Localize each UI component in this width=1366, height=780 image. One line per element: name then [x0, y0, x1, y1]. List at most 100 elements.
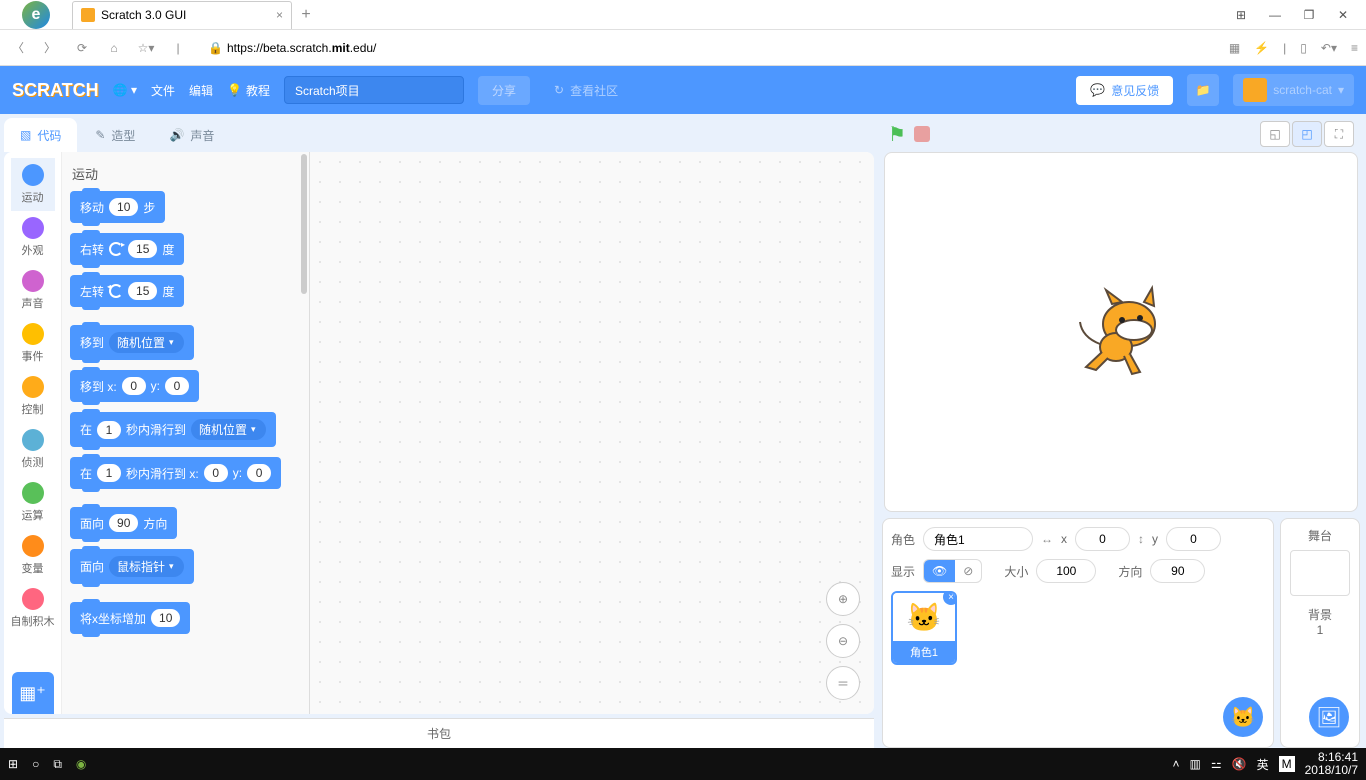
stage[interactable] [884, 152, 1358, 512]
flash-icon[interactable]: ⚡ [1254, 41, 1269, 55]
sprite-tile[interactable]: × 🐱 角色1 [891, 591, 957, 665]
block-goto-xy[interactable]: 移到 x:0y:0 [70, 370, 199, 402]
taskview-button[interactable]: ⧉ [53, 757, 62, 772]
category-事件[interactable]: 事件 [11, 317, 55, 370]
language-button[interactable]: 🌐 ▾ [113, 83, 137, 97]
block-goto[interactable]: 移到随机位置 [70, 325, 194, 360]
minimize-button[interactable]: — [1260, 4, 1290, 26]
new-tab-button[interactable]: + [292, 1, 320, 29]
browser-logo-icon[interactable]: e [22, 1, 50, 29]
stop-button[interactable] [914, 126, 930, 142]
undo-icon[interactable]: ↶▾ [1321, 41, 1337, 55]
close-button[interactable]: ✕ [1328, 4, 1358, 26]
maximize-button[interactable]: ❐ [1294, 4, 1324, 26]
reader-icon[interactable]: ▯ [1300, 41, 1307, 55]
tab-costumes[interactable]: ✎造型 [79, 118, 151, 152]
category-变量[interactable]: 变量 [11, 529, 55, 582]
category-自制积木[interactable]: 自制积木 [11, 582, 55, 635]
stage-selector[interactable]: 舞台 背景 1 🖼 [1280, 518, 1360, 748]
add-backdrop-button[interactable]: 🖼 [1309, 697, 1349, 737]
category-运动[interactable]: 运动 [11, 158, 55, 211]
block-turn-left[interactable]: 左转15度 [70, 275, 184, 307]
tray-expand-icon[interactable]: ˄ [1173, 757, 1180, 771]
point-dropdown[interactable]: 鼠标指针 [109, 556, 184, 577]
block-glide-xy[interactable]: 在1秒内滑行到 x:0y:0 [70, 457, 281, 489]
sprite-cat[interactable] [1074, 282, 1169, 382]
fullscreen-button[interactable]: ⛶ [1324, 121, 1354, 147]
delete-sprite-icon[interactable]: × [943, 591, 957, 605]
zoom-out-button[interactable]: ⊖ [826, 624, 860, 658]
palette-scrollbar[interactable] [301, 154, 307, 294]
category-侦测[interactable]: 侦测 [11, 423, 55, 476]
feedback-button[interactable]: 💬 意见反馈 [1076, 76, 1173, 105]
script-workspace[interactable]: ⊕ ⊖ ＝ [310, 152, 874, 714]
category-color-icon [22, 482, 44, 504]
file-menu[interactable]: 文件 [151, 82, 175, 99]
y-input[interactable] [1166, 527, 1221, 551]
project-title-input[interactable] [284, 76, 464, 104]
stage-large-button[interactable]: ◰ [1292, 121, 1322, 147]
tab-close-icon[interactable]: × [276, 8, 283, 22]
stage-small-button[interactable]: ◱ [1260, 121, 1290, 147]
size-input[interactable] [1036, 559, 1096, 583]
ime-indicator[interactable]: 英 [1257, 756, 1269, 773]
tab-sounds[interactable]: 🔊声音 [153, 118, 230, 152]
category-控制[interactable]: 控制 [11, 370, 55, 423]
start-button[interactable]: ⊞ [8, 757, 18, 771]
cortana-button[interactable]: ○ [32, 757, 39, 771]
taskbar-app-browser[interactable]: ◉ [76, 757, 86, 771]
goto-dropdown[interactable]: 随机位置 [109, 332, 184, 353]
tab-code[interactable]: ▧代码 [4, 118, 77, 152]
browser-logo-area: e [0, 1, 72, 29]
category-color-icon [22, 217, 44, 239]
block-glide-to[interactable]: 在1秒内滑行到随机位置 [70, 412, 276, 447]
zoom-in-button[interactable]: ⊕ [826, 582, 860, 616]
add-extension-button[interactable]: ▦⁺ [12, 672, 54, 714]
stage-thumbnail[interactable] [1290, 550, 1350, 596]
block-point-towards[interactable]: 面向鼠标指针 [70, 549, 194, 584]
ime-m-indicator[interactable]: M [1279, 756, 1295, 772]
zoom-reset-button[interactable]: ＝ [826, 666, 860, 700]
battery-icon[interactable]: ▥ [1190, 757, 1201, 771]
category-运算[interactable]: 运算 [11, 476, 55, 529]
home-button[interactable]: ⌂ [104, 38, 124, 58]
block-palette[interactable]: 运动 移动10步 右转15度 左转15度 移到随机位置 移到 x:0y:0 在1… [62, 152, 310, 714]
add-sprite-button[interactable]: 🐱 [1223, 697, 1263, 737]
block-move-steps[interactable]: 移动10步 [70, 191, 165, 223]
hide-button[interactable]: ⊘ [955, 560, 981, 582]
block-change-x[interactable]: 将x坐标增加10 [70, 602, 190, 634]
green-flag-button[interactable]: ⚑ [888, 122, 906, 147]
share-button[interactable]: 分享 [478, 76, 530, 105]
category-声音[interactable]: 声音 [11, 264, 55, 317]
workspace-controls: ⊕ ⊖ ＝ [826, 582, 860, 700]
favorite-button[interactable]: ☆▾ [136, 38, 156, 58]
block-point-direction[interactable]: 面向90方向 [70, 507, 177, 539]
clock[interactable]: 8:16:41 2018/10/7 [1305, 751, 1358, 777]
qr-icon[interactable]: ▦ [1229, 41, 1240, 55]
extension-icon[interactable]: ⊞ [1226, 4, 1256, 26]
community-button[interactable]: ↻ 查看社区 [544, 76, 628, 105]
category-color-icon [22, 429, 44, 451]
mystuff-button[interactable]: 📁 [1187, 74, 1219, 106]
edit-menu[interactable]: 编辑 [189, 82, 213, 99]
tab-title: Scratch 3.0 GUI [101, 8, 186, 22]
block-turn-right[interactable]: 右转15度 [70, 233, 184, 265]
backpack-header[interactable]: 书包 [4, 718, 874, 748]
scratch-logo[interactable]: SCRATCH [12, 80, 99, 101]
glide-dropdown[interactable]: 随机位置 [191, 419, 266, 440]
category-外观[interactable]: 外观 [11, 211, 55, 264]
browser-tab[interactable]: Scratch 3.0 GUI × [72, 1, 292, 29]
menu-icon[interactable]: ≡ [1351, 41, 1358, 55]
back-button[interactable]: 〈 [8, 38, 28, 58]
forward-button[interactable]: 〉 [40, 38, 60, 58]
address-bar[interactable]: 🔒 https://beta.scratch.mit.edu/ [208, 41, 376, 55]
show-button[interactable]: 👁 [924, 560, 955, 582]
reload-button[interactable]: ⟳ [72, 38, 92, 58]
account-menu[interactable]: scratch-cat ▾ [1233, 74, 1354, 106]
direction-input[interactable] [1150, 559, 1205, 583]
x-input[interactable] [1075, 527, 1130, 551]
volume-icon[interactable]: 🔇 [1232, 757, 1247, 771]
sprite-name-input[interactable] [923, 527, 1033, 551]
tutorials-button[interactable]: 💡 教程 [227, 82, 270, 99]
wifi-icon[interactable]: ⚍ [1211, 757, 1222, 771]
